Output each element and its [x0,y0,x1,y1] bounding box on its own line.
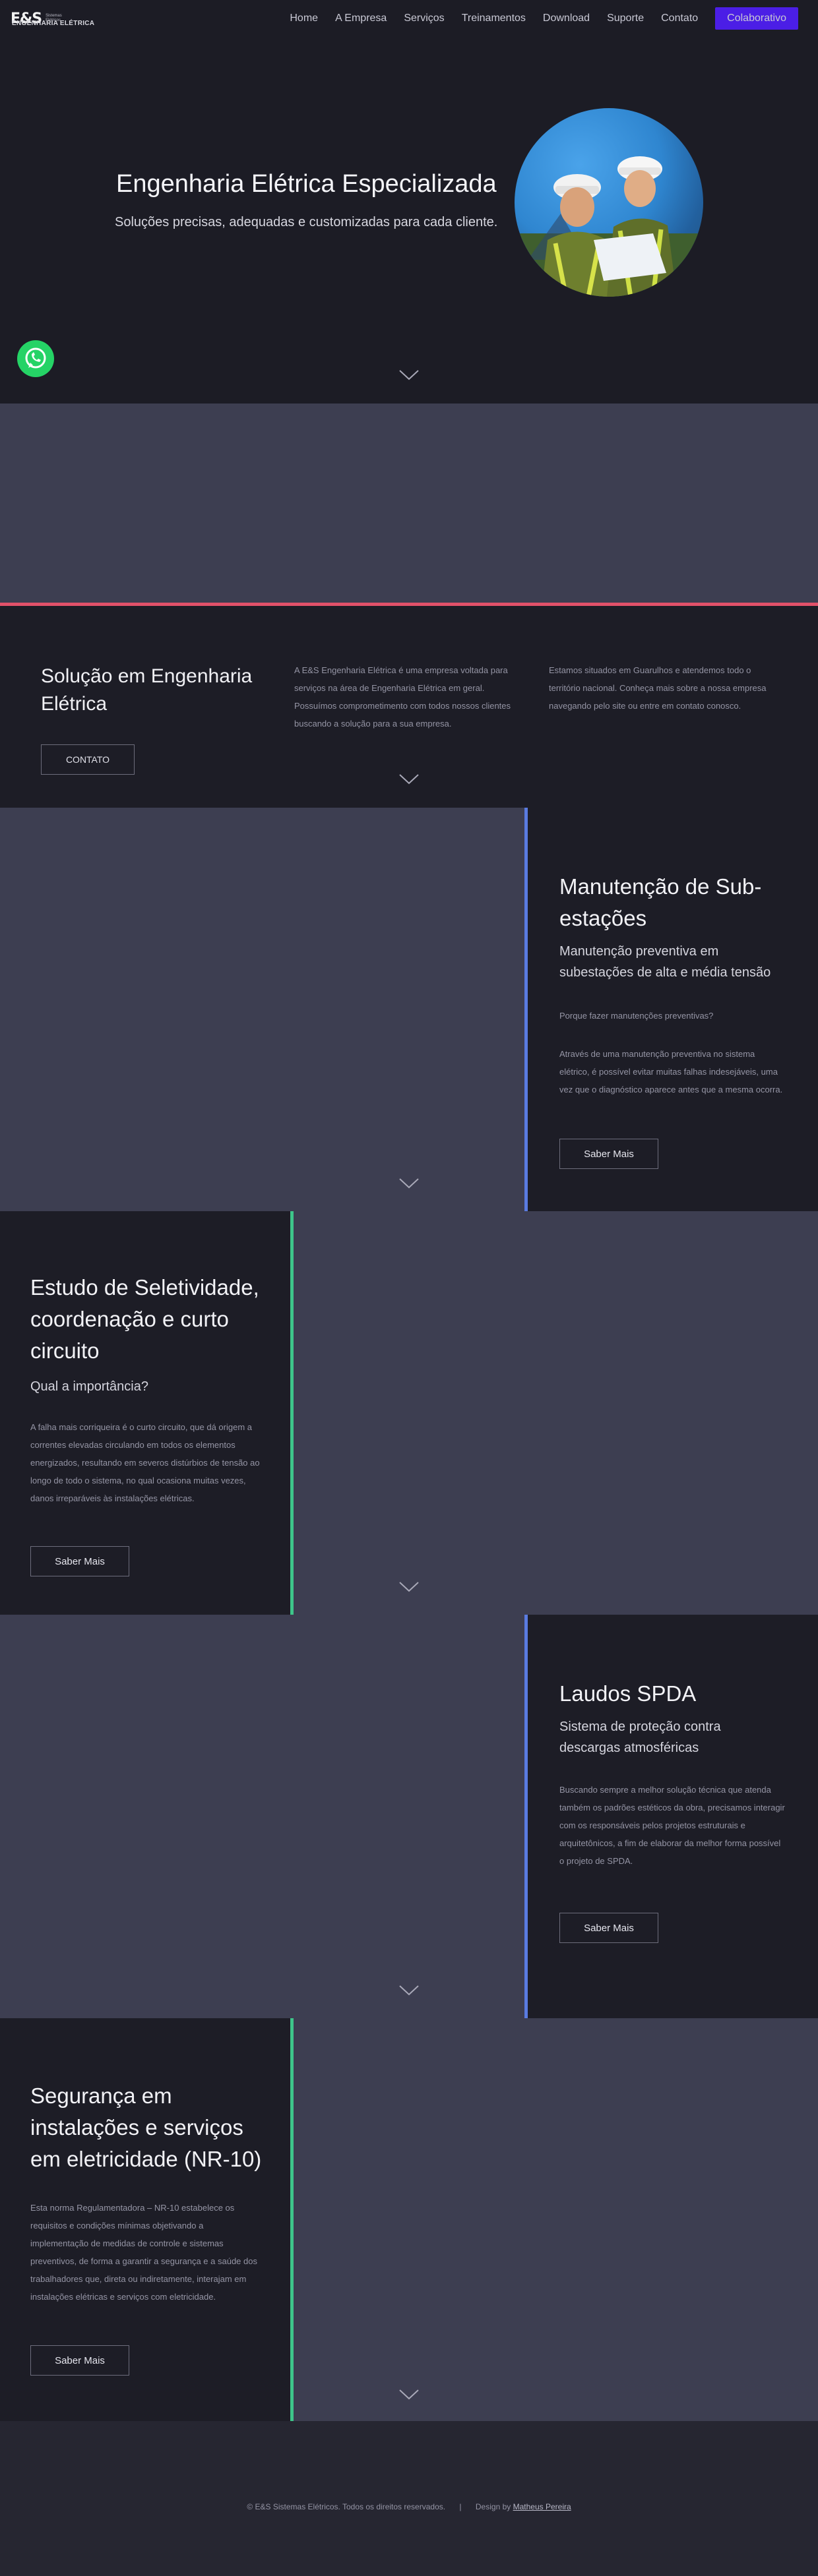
section-laudos-spda: Laudos SPDA Sistema de proteção contra d… [0,1615,818,2018]
section-image [294,2018,818,2421]
nav-item-a-empresa[interactable]: A Empresa [335,13,387,24]
footer-text: © E&S Sistemas Elétricos. Todos os direi… [0,2502,818,2511]
intro-title: Solução em Engenharia Elétrica [41,665,253,715]
design-label: Design by [475,2502,511,2511]
intro-text-col2: Estamos situados em Guarulhos e atendemo… [549,665,767,711]
section-text: Buscando sempre a melhor solução técnica… [559,1785,785,1866]
hero-title: Engenharia Elétrica Especializada [116,170,497,198]
chevron-down-icon[interactable] [398,2389,420,2401]
saber-mais-button[interactable]: Saber Mais [559,1913,658,1943]
chevron-down-icon[interactable] [398,773,420,785]
banner-image [0,404,818,603]
section-seletividade: Estudo de Seletividade, coordenação e cu… [0,1211,818,1615]
section-image [0,808,524,1211]
section-image [0,1615,524,2018]
colaborativo-button[interactable]: Colaborativo [715,7,798,30]
chevron-down-icon[interactable] [398,369,420,381]
nav-item-treinamentos[interactable]: Treinamentos [462,13,526,24]
nav-item-servicos[interactable]: Serviços [404,13,444,24]
saber-mais-button[interactable]: Saber Mais [559,1139,658,1169]
section-title: Estudo de Seletividade, coordenação e cu… [30,1275,259,1363]
section-subestacoes: Manutenção de Sub-estações Manutenção pr… [0,808,818,1211]
section-subtitle: Qual a importância? [30,1379,148,1394]
section-text: Esta norma Regulamentadora – NR-10 estab… [30,2203,257,2302]
section-question: Porque fazer manutenções preventivas? [559,1011,714,1021]
section-text-panel: Segurança em instalações e serviços em e… [0,2018,290,2421]
hero-section: Engenharia Elétrica Especializada Soluçõ… [0,0,818,404]
saber-mais-button[interactable]: Saber Mais [30,2345,129,2376]
designer-link[interactable]: Matheus Pereira [513,2502,571,2511]
nav-item-download[interactable]: Download [543,13,590,24]
chevron-down-icon[interactable] [398,1581,420,1593]
section-title: Segurança em instalações e serviços em e… [30,2083,262,2171]
copyright-text: © E&S Sistemas Elétricos. Todos os direi… [247,2502,446,2511]
top-navigation: E&S Sistemas Elétricos ENGENHARIA ELÉTRI… [0,0,818,37]
whatsapp-icon[interactable] [17,340,54,377]
chevron-down-icon[interactable] [398,1178,420,1189]
section-title: Manutenção de Sub-estações [559,874,762,930]
section-text: A falha mais corriqueira é o curto circu… [30,1422,260,1503]
contato-button[interactable]: CONTATO [41,744,135,775]
section-text-panel: Estudo de Seletividade, coordenação e cu… [0,1211,290,1615]
chevron-down-icon[interactable] [398,1985,420,1996]
section-text: Através de uma manutenção preventiva no … [559,1049,783,1094]
intro-text-col1: A E&S Engenharia Elétrica é uma empresa … [294,665,511,729]
logo-tagline: ENGENHARIA ELÉTRICA [12,20,95,27]
section-text-panel: Laudos SPDA Sistema de proteção contra d… [528,1615,818,2018]
section-subtitle: Sistema de proteção contra descargas atm… [559,1720,721,1755]
nav-item-contato[interactable]: Contato [661,13,698,24]
section-text-panel: Manutenção de Sub-estações Manutenção pr… [528,808,818,1211]
footer-separator: | [459,2502,462,2511]
section-nr10: Segurança em instalações e serviços em e… [0,2018,818,2421]
engineers-photo [515,108,703,297]
hero-subtitle: Soluções precisas, adequadas e customiza… [115,215,498,229]
intro-section: Solução em Engenharia Elétrica CONTATO A… [0,606,818,808]
footer: © E&S Sistemas Elétricos. Todos os direi… [0,2421,818,2576]
nav-item-suporte[interactable]: Suporte [607,13,644,24]
nav-item-home[interactable]: Home [290,13,318,24]
section-subtitle: Manutenção preventiva em subestações de … [559,944,771,980]
main-menu: Home A Empresa Serviços Treinamentos Dow… [290,7,798,30]
saber-mais-button[interactable]: Saber Mais [30,1546,129,1576]
section-title: Laudos SPDA [559,1681,697,1706]
section-image [294,1211,818,1615]
logo-sub-line1: Sistemas [46,14,62,18]
